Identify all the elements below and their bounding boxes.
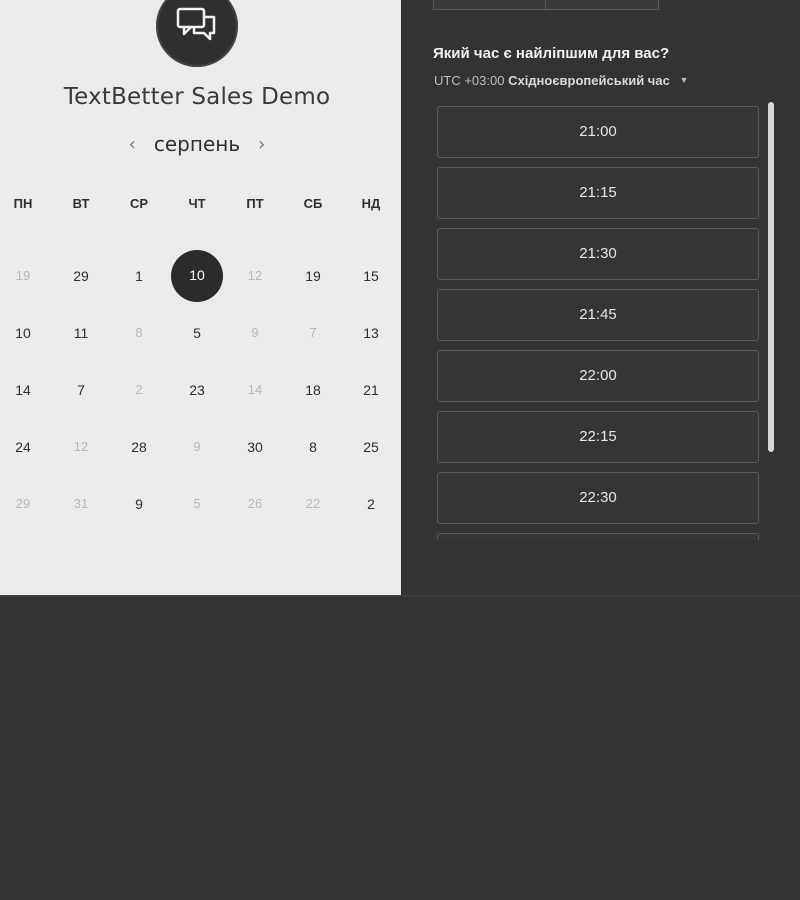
calendar-day: 22 — [305, 496, 321, 511]
time-slot-button[interactable] — [437, 533, 759, 540]
calendar-day[interactable]: 2 — [351, 494, 391, 514]
calendar-day[interactable]: 25 — [351, 437, 391, 457]
time-slot-button[interactable]: 22:30 — [437, 472, 759, 524]
divider — [0, 595, 800, 597]
view-toggle — [433, 0, 659, 10]
calendar-day[interactable]: 19 — [293, 266, 333, 286]
calendar-day[interactable]: 13 — [351, 323, 391, 343]
time-slot-button[interactable]: 21:00 — [437, 106, 759, 158]
calendar-day: 7 — [309, 325, 317, 340]
time-slot-button[interactable]: 21:45 — [437, 289, 759, 341]
calendar-day[interactable]: 30 — [235, 437, 275, 457]
timezone-offset: UTC +03:00 — [434, 73, 505, 88]
calendar-day[interactable]: 18 — [293, 380, 333, 400]
calendar-day[interactable]: 29 — [61, 266, 101, 286]
timezone-selector[interactable]: UTC +03:00 Східноєвропейський час ▼ — [434, 73, 688, 88]
view-toggle-button[interactable] — [433, 0, 547, 10]
calendar-day: 29 — [15, 496, 31, 511]
calendar-day: 2 — [135, 382, 143, 397]
calendar-day: 12 — [247, 268, 263, 283]
calendar-day[interactable]: 5 — [177, 323, 217, 343]
selected-day[interactable]: 10 — [171, 250, 223, 302]
timezone-name: Східноєвропейський час — [508, 73, 670, 88]
calendar-panel: TextBetter Sales Demo ‹ серпень › ПН ВТ … — [0, 0, 401, 595]
calendar-day: 19 — [15, 268, 31, 283]
scrollbar[interactable] — [768, 102, 774, 452]
calendar-day[interactable]: 28 — [119, 437, 159, 457]
calendar-day[interactable]: 15 — [351, 266, 391, 286]
time-slot-list: 21:00 21:15 21:30 21:45 22:00 22:15 22:30 — [437, 106, 761, 540]
calendar-day[interactable]: 10 — [3, 323, 43, 343]
calendar-day[interactable]: 21 — [351, 380, 391, 400]
calendar-day[interactable]: 23 — [177, 380, 217, 400]
time-slot-button[interactable]: 21:30 — [437, 228, 759, 280]
calendar-day: 31 — [73, 496, 89, 511]
calendar-day[interactable]: 9 — [119, 494, 159, 514]
calendar-day: 26 — [247, 496, 263, 511]
calendar-day[interactable]: 8 — [293, 437, 333, 457]
time-panel: Який час є найліпшим для вас? UTC +03:00… — [401, 0, 800, 595]
caret-down-icon: ▼ — [679, 75, 689, 85]
calendar-grid: 19 29 1 10 12 19 15 10 11 8 5 9 7 13 14 7 2 23 14 18 21 24 12 2… — [0, 0, 400, 595]
calendar-day: 9 — [251, 325, 259, 340]
calendar-day[interactable]: 7 — [61, 380, 101, 400]
calendar-day[interactable]: 14 — [3, 380, 43, 400]
time-slot-button[interactable]: 22:00 — [437, 350, 759, 402]
calendar-day[interactable]: 11 — [61, 323, 101, 343]
time-slot-button[interactable]: 22:15 — [437, 411, 759, 463]
calendar-day[interactable]: 24 — [3, 437, 43, 457]
calendar-day[interactable]: 1 — [119, 266, 159, 286]
calendar-day: 8 — [135, 325, 143, 340]
view-toggle-button[interactable] — [545, 0, 659, 10]
time-question: Який час є найліпшим для вас? — [433, 45, 670, 62]
calendar-day: 12 — [73, 439, 89, 454]
calendar-day: 5 — [193, 496, 201, 511]
time-slot-button[interactable]: 21:15 — [437, 167, 759, 219]
calendar-day: 9 — [193, 439, 201, 454]
calendar-day: 14 — [247, 382, 263, 397]
